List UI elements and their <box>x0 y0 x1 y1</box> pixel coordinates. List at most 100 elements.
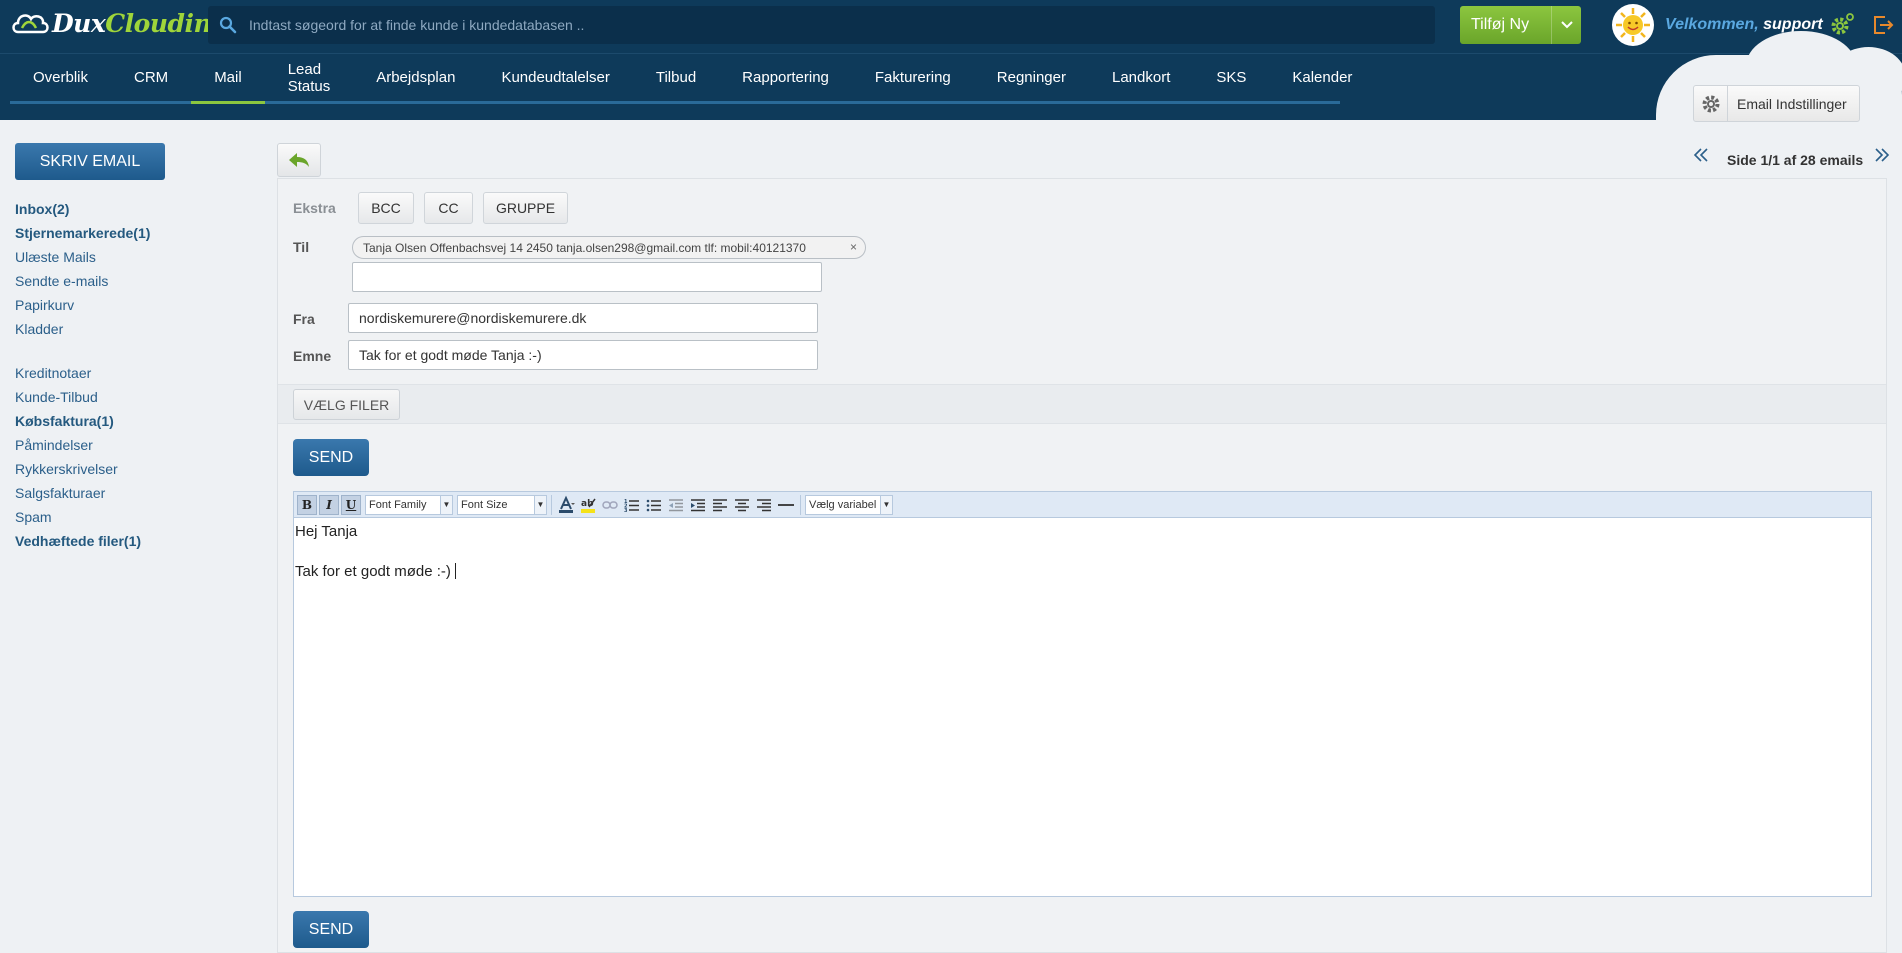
nav-item-tilbud[interactable]: Tilbud <box>633 54 719 101</box>
group-button[interactable]: GRUPPE <box>483 192 568 224</box>
font-family-select[interactable]: Font Family ▼ <box>365 494 453 515</box>
add-new-label: Tilføj Ny <box>1471 16 1530 33</box>
nav-item-kalender[interactable]: Kalender <box>1269 54 1375 101</box>
extra-label: Ekstra <box>293 200 336 216</box>
logo-text: DuxClouding <box>52 8 229 38</box>
to-input[interactable] <box>352 262 822 292</box>
sidebar-item-reminders[interactable]: Påmindelser <box>15 437 93 453</box>
sidebar-item-customer-quotes[interactable]: Kunde-Tilbud <box>15 389 98 405</box>
message-editor[interactable]: Hej Tanja Tak for et godt møde :-) <box>293 518 1872 897</box>
nav-item-rapportering[interactable]: Rapportering <box>719 54 852 101</box>
nav-item-regninger[interactable]: Regninger <box>974 54 1089 101</box>
back-button[interactable] <box>277 143 321 177</box>
chevron-down-icon: ▼ <box>880 495 892 514</box>
variable-label: Vælg variabel <box>809 498 877 511</box>
logout-icon[interactable] <box>1870 12 1896 38</box>
bullet-list-icon[interactable] <box>644 495 664 515</box>
nav-item-mail[interactable]: Mail <box>191 54 265 104</box>
body-line-message: Tak for et godt møde :-) <box>295 563 451 580</box>
email-settings-button[interactable]: Email Indstillinger <box>1693 85 1860 122</box>
gear-icon <box>1694 86 1728 121</box>
font-size-label: Font Size <box>461 498 508 511</box>
highlight-color-icon[interactable]: ab <box>578 495 598 515</box>
sidebar-item-starred[interactable]: Stjernemarkerede(1) <box>15 225 150 241</box>
sidebar-item-purchase-invoices[interactable]: Købsfaktura(1) <box>15 413 114 429</box>
sidebar-item-inbox[interactable]: Inbox(2) <box>15 201 69 217</box>
text-cursor <box>454 563 456 579</box>
align-left-icon[interactable] <box>710 495 730 515</box>
cc-button[interactable]: CC <box>424 192 473 224</box>
nav-item-arbejdsplan[interactable]: Arbejdsplan <box>353 54 478 101</box>
add-new-button[interactable]: Tilføj Ny <box>1460 6 1581 44</box>
editor-toolbar: B I U Font Family ▼ Font Size ▼ ab 123 V… <box>293 491 1872 518</box>
sidebar-item-attachments[interactable]: Vedhæftede filer(1) <box>15 533 141 549</box>
horizontal-rule-icon[interactable] <box>776 495 796 515</box>
pager-last-icon[interactable] <box>1874 146 1890 169</box>
bold-icon[interactable]: B <box>297 494 317 515</box>
to-label: Til <box>293 239 310 255</box>
recipient-text: Tanja Olsen Offenbachsvej 14 2450 tanja.… <box>363 240 806 255</box>
subject-label: Emne <box>293 348 332 364</box>
email-settings-label: Email Indstillinger <box>1737 95 1847 112</box>
svg-text:3: 3 <box>624 508 628 512</box>
welcome-prefix: Velkommen, <box>1665 16 1759 33</box>
sidebar-item-dunning-letters[interactable]: Rykkerskrivelser <box>15 461 118 477</box>
remove-recipient-icon[interactable]: × <box>850 240 857 254</box>
logo[interactable]: DuxClouding <box>10 6 229 40</box>
sidebar-item-trash[interactable]: Papirkurv <box>15 297 74 313</box>
sidebar-item-sales-invoices[interactable]: Salgsfakturaer <box>15 485 105 501</box>
nav-item-landkort[interactable]: Landkort <box>1089 54 1193 101</box>
nav-item-lead-status[interactable]: Lead Status <box>265 54 354 101</box>
nav-item-sks[interactable]: SKS <box>1193 54 1269 101</box>
nav-item-crm[interactable]: CRM <box>111 54 191 101</box>
numbered-list-icon[interactable]: 123 <box>622 495 642 515</box>
indent-icon[interactable] <box>688 495 708 515</box>
send-button-top[interactable]: SEND <box>293 439 369 476</box>
body-line-greeting: Hej Tanja <box>295 523 358 540</box>
text-color-icon[interactable] <box>556 495 576 515</box>
from-field[interactable] <box>348 303 818 333</box>
toolbar-separator <box>551 494 552 515</box>
bcc-button[interactable]: BCC <box>358 192 414 224</box>
sidebar-item-sent[interactable]: Sendte e-mails <box>15 273 108 289</box>
send-button-bottom[interactable]: SEND <box>293 911 369 948</box>
nav-item-kundeudtalelser[interactable]: Kundeudtalelser <box>478 54 632 101</box>
pager-first-icon[interactable] <box>1693 146 1709 169</box>
outdent-icon[interactable] <box>666 495 686 515</box>
reply-arrow-icon <box>289 153 309 167</box>
pager-text: Side 1/1 af 28 emails <box>1727 152 1864 168</box>
search-icon <box>219 16 237 34</box>
underline-icon[interactable]: U <box>341 494 361 515</box>
main-nav-bar: Overblik CRM Mail Lead Status Arbejdspla… <box>0 53 1902 120</box>
sun-avatar-icon <box>1616 8 1650 42</box>
from-label: Fra <box>293 311 315 327</box>
sidebar-item-spam[interactable]: Spam <box>15 509 52 525</box>
nav-item-fakturering[interactable]: Fakturering <box>852 54 974 101</box>
recipient-tag[interactable]: Tanja Olsen Offenbachsvej 14 2450 tanja.… <box>352 236 866 259</box>
logo-text-dux: Dux <box>52 8 106 38</box>
align-center-icon[interactable] <box>732 495 752 515</box>
cloud-logo-icon <box>10 8 50 38</box>
chevron-down-icon: ▼ <box>440 495 452 514</box>
italic-icon[interactable]: I <box>319 494 339 515</box>
font-size-select[interactable]: Font Size ▼ <box>457 494 547 515</box>
choose-files-button[interactable]: VÆLG FILER <box>293 389 400 420</box>
variable-select[interactable]: Vælg variabel ▼ <box>805 494 893 515</box>
top-bar: DuxClouding Tilføj Ny Velkommen, support <box>0 0 1902 53</box>
attachment-band <box>278 384 1886 424</box>
sidebar-item-drafts[interactable]: Kladder <box>15 321 63 337</box>
align-right-icon[interactable] <box>754 495 774 515</box>
settings-gear-icon[interactable] <box>1829 12 1855 38</box>
subject-field[interactable] <box>348 340 818 370</box>
nav-item-overblik[interactable]: Overblik <box>10 54 111 101</box>
compose-email-button[interactable]: SKRIV EMAIL <box>15 143 165 180</box>
toolbar-separator <box>800 494 801 515</box>
link-icon[interactable] <box>600 495 620 515</box>
sidebar-item-credit-notes[interactable]: Kreditnotaer <box>15 365 91 381</box>
sidebar-item-unread[interactable]: Ulæste Mails <box>15 249 96 265</box>
search-bar <box>208 6 1435 44</box>
avatar[interactable] <box>1612 4 1654 46</box>
chevron-down-icon <box>1551 6 1581 44</box>
search-input[interactable] <box>249 17 1399 33</box>
font-family-label: Font Family <box>369 498 427 511</box>
